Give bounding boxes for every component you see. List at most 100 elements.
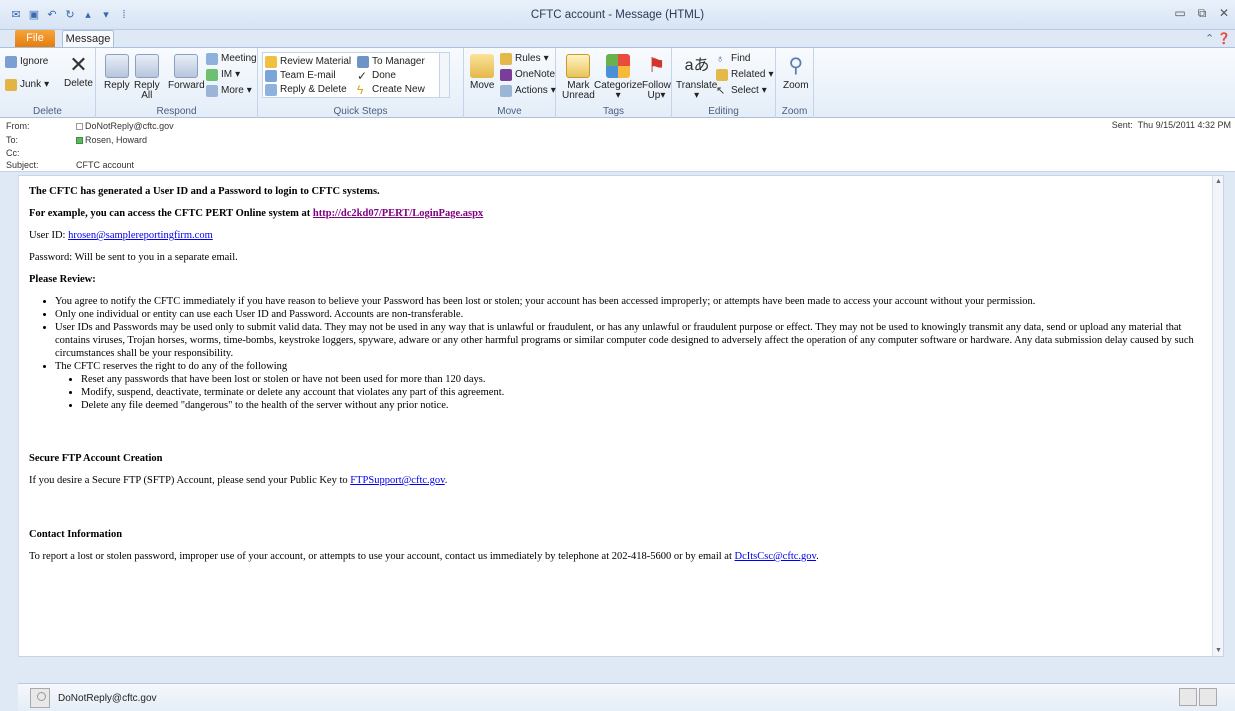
quick-step-reply-delete[interactable]: Reply & Delete [265, 83, 347, 96]
rules-button[interactable]: Rules ▾ [500, 52, 549, 65]
translate-button[interactable]: aあ Translate ▾ [676, 54, 717, 101]
ribbon-minimize-icon[interactable]: ⌃ ❓ [1205, 32, 1231, 45]
list-item: User IDs and Passwords may be used only … [55, 321, 1219, 360]
junk-button[interactable]: Junk ▾ [5, 78, 49, 91]
onenote-icon [500, 68, 512, 81]
review-heading: Please Review: [29, 274, 96, 285]
ignore-button[interactable]: Ignore [5, 55, 48, 68]
select-button[interactable]: ↖ Select ▾ [716, 84, 767, 97]
onenote-button[interactable]: OneNote [500, 68, 555, 81]
scroll-down-icon[interactable]: ▼ [1214, 646, 1223, 655]
reply-delete-icon [265, 83, 277, 96]
quick-steps-gallery: Review Material To Manager Team E-mail ✓… [262, 52, 450, 98]
restore-icon[interactable]: ⧉ [1195, 6, 1209, 21]
move-folder-icon [470, 54, 495, 78]
people-pane-toggles [1179, 688, 1217, 706]
categorize-icon [606, 54, 631, 78]
lightning-icon: ϟ [357, 82, 364, 97]
group-label-quick-steps: Quick Steps [333, 106, 388, 117]
group-respond: Reply Reply All Forward Meeting IM ▾ More… [96, 48, 258, 118]
pert-login-link[interactable]: http://dc2kd07/PERT/LoginPage.aspx [313, 208, 483, 219]
translate-icon: aあ [684, 57, 710, 74]
intro-line: The CFTC has generated a User ID and a P… [29, 186, 380, 197]
actions-icon [500, 84, 512, 97]
close-icon[interactable]: ✕ [1217, 6, 1231, 21]
binoculars-icon: ♁ [716, 52, 725, 65]
chevron-down-icon: ▾ [246, 85, 252, 96]
more-respond-button[interactable]: More ▾ [206, 84, 252, 97]
quick-step-team-email[interactable]: Team E-mail [265, 69, 336, 82]
contact-email-link[interactable]: DcItsCsc@cftc.gov [735, 551, 817, 562]
cc-label: Cc: [6, 148, 20, 158]
sftp-heading: Secure FTP Account Creation [29, 453, 163, 464]
follow-up-button[interactable]: ⚑ Follow Up▾ [642, 54, 671, 101]
group-editing: aあ Translate ▾ ♁ Find Related ▾ ↖ Select ▾… [672, 48, 776, 118]
reply-all-button[interactable]: Reply All [134, 54, 160, 101]
categorize-button[interactable]: Categorize ▾ [594, 54, 642, 101]
reply-button[interactable]: Reply [104, 54, 130, 91]
sub-list-item: Delete any file deemed "dangerous" to th… [81, 399, 1219, 412]
scroll-up-icon[interactable]: ▲ [1214, 177, 1223, 186]
team-email-icon [265, 69, 277, 82]
calendar-icon [206, 52, 218, 65]
people-pane-name[interactable]: DoNotReply@cftc.gov [58, 693, 157, 704]
flag-icon: ⚑ [647, 55, 666, 77]
to-row: To: Rosen, Howard [6, 135, 147, 145]
sftp-text: If you desire a Secure FTP (SFTP) Accoun… [29, 475, 351, 486]
body-scrollbar[interactable]: ▲ ▼ [1212, 176, 1223, 656]
zoom-button[interactable]: ⚲ Zoom [783, 54, 809, 91]
quick-step-create-new[interactable]: ϟ Create New [357, 83, 425, 96]
contact-heading: Contact Information [29, 529, 123, 540]
sent-label: Sent: [1111, 120, 1133, 130]
envelope-unread-icon [566, 54, 591, 78]
mark-unread-button[interactable]: Mark Unread [562, 54, 595, 101]
person-icon[interactable] [1199, 688, 1217, 706]
ribbon: Ignore Junk ▾ ✕ Delete Delete Reply Reply… [0, 47, 1235, 118]
chevron-down-icon: ▾ [615, 90, 621, 101]
find-button[interactable]: ♁ Find [716, 52, 750, 65]
password-line: Password: Will be sent to you in a separ… [29, 252, 238, 263]
chevron-down-icon: ▾ [761, 85, 767, 96]
quick-steps-scroll[interactable] [439, 53, 449, 97]
chevron-down-icon: ▾ [543, 53, 549, 64]
actions-button[interactable]: Actions ▾ [500, 84, 556, 97]
contact-text: To report a lost or stolen password, imp… [29, 551, 735, 562]
im-button[interactable]: IM ▾ [206, 68, 240, 81]
delete-button[interactable]: ✕ Delete [64, 54, 93, 89]
sub-list-item: Modify, suspend, deactivate, terminate o… [81, 386, 1219, 399]
to-value[interactable]: Rosen, Howard [76, 135, 147, 145]
chevron-down-icon: ▾ [694, 90, 700, 101]
from-row: From: DoNotReply@cftc.gov [6, 121, 174, 131]
quick-step-review-material[interactable]: Review Material [265, 55, 351, 68]
ignore-icon [5, 55, 17, 68]
group-zoom: ⚲ Zoom Zoom [776, 48, 814, 118]
im-icon [206, 68, 218, 81]
tab-message[interactable]: Message [62, 30, 114, 48]
quick-step-done[interactable]: ✓ Done [357, 69, 396, 82]
userid-link[interactable]: hrosen@samplereportingfirm.com [68, 230, 213, 241]
checkmark-icon: ✓ [357, 68, 368, 83]
group-tags: Mark Unread Categorize ▾ ⚑ Follow Up▾ Ta… [556, 48, 672, 118]
related-button[interactable]: Related ▾ [716, 68, 774, 81]
move-button[interactable]: Move [470, 54, 494, 91]
avatar[interactable] [30, 688, 50, 708]
minimize-icon[interactable]: ▭ [1173, 6, 1187, 21]
forward-button[interactable]: Forward [168, 54, 205, 91]
chevron-down-icon: ▾ [44, 79, 50, 90]
message-content: The CFTC has generated a User ID and a P… [29, 185, 1219, 572]
window-title: CFTC account - Message (HTML) [530, 9, 705, 21]
from-value[interactable]: DoNotReply@cftc.gov [76, 121, 174, 131]
quick-step-to-manager[interactable]: To Manager [357, 55, 425, 68]
sent-info: Sent: Thu 9/15/2011 4:32 PM [1112, 120, 1231, 130]
chevron-down-icon: ▾ [235, 69, 241, 80]
ftp-support-link[interactable]: FTPSupport@cftc.gov [350, 475, 444, 486]
sent-value: Thu 9/15/2011 4:32 PM [1137, 120, 1231, 130]
message-body[interactable]: The CFTC has generated a User ID and a P… [18, 175, 1224, 657]
meeting-button[interactable]: Meeting [206, 52, 257, 65]
cc-row: Cc: [6, 148, 76, 158]
list-item: Only one individual or entity can use ea… [55, 308, 1219, 321]
title-bar: ✉ ▣ ↶ ↻ ▴ ▾ ⁞ CFTC account - Message (HT… [0, 0, 1235, 30]
manager-icon [357, 55, 369, 68]
person-icon[interactable] [1179, 688, 1197, 706]
tab-file[interactable]: File [15, 30, 55, 47]
